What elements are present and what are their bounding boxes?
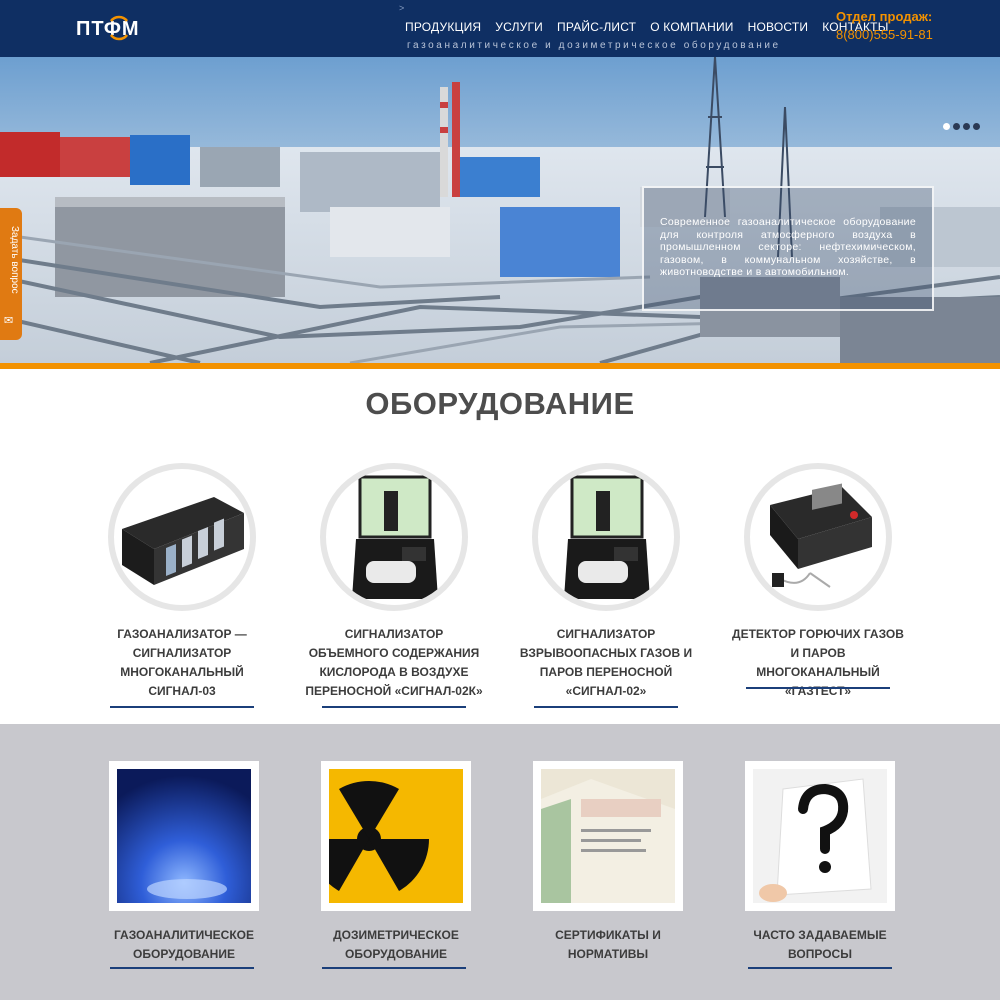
product-underline xyxy=(746,687,890,689)
category-underline xyxy=(110,967,254,969)
nav-item-about[interactable]: О КОМПАНИИ xyxy=(643,20,740,34)
logo-ring-icon xyxy=(109,15,129,41)
category-card[interactable]: ГАЗОАНАЛИТИЧЕСКОЕ ОБОРУДОВАНИЕ xyxy=(94,761,274,964)
logo[interactable]: ПТФМ xyxy=(76,12,146,46)
tagline: газоаналитическое и дозиметрическое обор… xyxy=(407,40,781,51)
category-underline xyxy=(748,967,892,969)
category-image-frame xyxy=(321,761,471,911)
sales-label: Отдел продаж: xyxy=(836,9,933,24)
gas-flame-image xyxy=(117,769,251,903)
nav-item-services[interactable]: УСЛУГИ xyxy=(488,20,550,34)
slider-dot-1[interactable] xyxy=(943,123,950,130)
category-card[interactable]: СЕРТИФИКАТЫ И НОРМАТИВЫ xyxy=(518,761,698,964)
ask-question-label: Задать вопрос xyxy=(9,226,20,294)
product-name: ГАЗОАНАЛИЗАТОР — СИГНАЛИЗАТОР МНОГОКАНАЛ… xyxy=(117,627,247,698)
product-name: СИГНАЛИЗАТОР ОБЪЕМНОГО СОДЕРЖАНИЯ КИСЛОР… xyxy=(305,627,483,698)
hero-accent-bar xyxy=(0,363,1000,369)
nav-item-products[interactable]: ПРОДУКЦИЯ xyxy=(398,20,488,34)
product-name: ДЕТЕКТОР ГОРЮЧИХ ГАЗОВ И ПАРОВ МНОГОКАНА… xyxy=(732,627,904,698)
product-card[interactable]: ДЕТЕКТОР ГОРЮЧИХ ГАЗОВ И ПАРОВ МНОГОКАНА… xyxy=(728,463,908,701)
slider-dots xyxy=(943,123,980,130)
product-card[interactable]: СИГНАЛИЗАТОР ОБЪЕМНОГО СОДЕРЖАНИЯ КИСЛОР… xyxy=(304,463,484,701)
question-mark-image xyxy=(753,769,887,903)
product-underline xyxy=(322,706,466,708)
slider-dot-3[interactable] xyxy=(963,123,970,130)
site-header: ПТФМ > ПРОДУКЦИЯ УСЛУГИ ПРАЙС-ЛИСТ О КОМ… xyxy=(0,0,1000,57)
slider-dot-4[interactable] xyxy=(973,123,980,130)
radiation-image xyxy=(329,769,463,903)
envelope-icon: ✉ xyxy=(4,315,14,327)
nav-item-price-list[interactable]: ПРАЙС-ЛИСТ xyxy=(550,20,643,34)
category-name: СЕРТИФИКАТЫ И НОРМАТИВЫ xyxy=(555,928,661,961)
product-underline xyxy=(534,706,678,708)
hero-slider: Современное газоаналитическое оборудован… xyxy=(0,57,1000,363)
section-title-equipment: ОБОРУДОВАНИЕ xyxy=(365,386,635,421)
category-image-frame xyxy=(109,761,259,911)
nav-item-news[interactable]: НОВОСТИ xyxy=(741,20,816,34)
product-image xyxy=(320,463,468,611)
category-name: ДОЗИМЕТРИЧЕСКОЕ ОБОРУДОВАНИЕ xyxy=(333,928,459,961)
product-image xyxy=(744,463,892,611)
slider-dot-2[interactable] xyxy=(953,123,960,130)
hero-caption: Современное газоаналитическое оборудован… xyxy=(642,186,934,311)
category-image-frame xyxy=(533,761,683,911)
product-name: СИГНАЛИЗАТОР ВЗРЫВООПАСНЫХ ГАЗОВ И ПАРОВ… xyxy=(519,627,693,698)
ask-question-tab[interactable]: Задать вопрос ✉ xyxy=(0,208,22,340)
product-card[interactable]: ГАЗОАНАЛИЗАТОР — СИГНАЛИЗАТОР МНОГОКАНАЛ… xyxy=(92,463,272,701)
category-underline xyxy=(322,967,466,969)
category-card[interactable]: ЧАСТО ЗАДАВАЕМЫЕ ВОПРОСЫ xyxy=(730,761,910,964)
category-name: ЧАСТО ЗАДАВАЕМЫЕ ВОПРОСЫ xyxy=(753,928,887,961)
sales-phone[interactable]: 8(800)555-91-81 xyxy=(836,27,933,42)
product-image xyxy=(108,463,256,611)
certificate-image xyxy=(541,769,675,903)
nav-caret-icon: > xyxy=(399,3,405,13)
product-underline xyxy=(110,706,254,708)
category-image-frame xyxy=(745,761,895,911)
product-image xyxy=(532,463,680,611)
category-name: ГАЗОАНАЛИТИЧЕСКОЕ ОБОРУДОВАНИЕ xyxy=(113,928,254,961)
product-card[interactable]: СИГНАЛИЗАТОР ВЗРЫВООПАСНЫХ ГАЗОВ И ПАРОВ… xyxy=(516,463,696,701)
category-card[interactable]: ДОЗИМЕТРИЧЕСКОЕ ОБОРУДОВАНИЕ xyxy=(306,761,486,964)
main-nav: ПРОДУКЦИЯ УСЛУГИ ПРАЙС-ЛИСТ О КОМПАНИИ Н… xyxy=(398,20,896,34)
